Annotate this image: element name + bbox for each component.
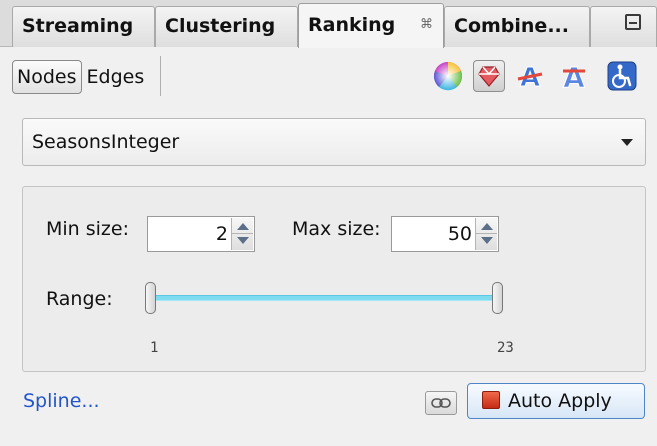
tab-strip-filler: [590, 6, 657, 47]
toolbar-divider: [160, 56, 161, 96]
auto-apply-label: Auto Apply: [508, 390, 612, 412]
tab-label: Ranking: [308, 14, 396, 36]
label-color-icon[interactable]: A: [514, 60, 546, 92]
size-settings-panel: [22, 186, 646, 372]
color-wheel-icon[interactable]: [432, 60, 464, 92]
max-size-stepper[interactable]: 50: [391, 216, 499, 252]
min-size-value[interactable]: 2: [152, 217, 228, 251]
max-size-label: Max size:: [292, 218, 381, 240]
min-size-spin-buttons[interactable]: [231, 218, 253, 250]
close-tab-icon[interactable]: ⌘: [420, 4, 433, 46]
tab-streaming[interactable]: Streaming: [12, 6, 155, 47]
spline-link[interactable]: Spline...: [23, 390, 100, 412]
range-min-tick: 1: [150, 340, 159, 356]
tab-label: Streaming: [22, 15, 134, 37]
range-slider-track[interactable]: [150, 295, 502, 301]
spin-up-icon[interactable]: [237, 223, 249, 230]
tab-label: Combine...: [454, 15, 569, 37]
min-size-stepper[interactable]: 2: [147, 216, 255, 252]
range-slider-low-handle[interactable]: [145, 282, 156, 314]
range-slider-high-handle[interactable]: [492, 282, 503, 314]
ranking-toolbar: Nodes Edges A A: [0, 48, 657, 108]
size-icon[interactable]: [473, 60, 505, 92]
max-size-spin-buttons[interactable]: [475, 218, 497, 250]
attribute-select-value: SeasonsInteger: [32, 131, 180, 153]
min-size-label: Min size:: [46, 218, 129, 240]
label-size-icon[interactable]: A: [558, 60, 590, 92]
element-type-switch: Nodes Edges: [12, 60, 149, 94]
stop-icon: [482, 391, 500, 409]
range-max-tick: 23: [497, 340, 514, 356]
max-size-value[interactable]: 50: [396, 217, 472, 251]
nodes-button[interactable]: Nodes: [12, 60, 82, 94]
svg-text:A: A: [563, 61, 585, 91]
range-label: Range:: [46, 288, 113, 310]
spin-up-icon[interactable]: [481, 223, 493, 230]
tab-ranking[interactable]: Ranking ⌘: [298, 3, 444, 48]
chevron-down-icon: [621, 139, 633, 146]
panel-tab-bar: Streaming Clustering Ranking ⌘ Combine..…: [0, 0, 657, 48]
attribute-select[interactable]: SeasonsInteger: [22, 118, 646, 166]
link-icon[interactable]: [425, 391, 457, 415]
tab-combine[interactable]: Combine...: [444, 6, 590, 47]
spin-down-icon[interactable]: [481, 237, 493, 244]
tab-clustering[interactable]: Clustering: [155, 6, 298, 47]
transformer-icon[interactable]: [606, 60, 638, 92]
auto-apply-button[interactable]: Auto Apply: [467, 383, 645, 419]
tab-label: Clustering: [165, 15, 276, 37]
edges-button[interactable]: Edges: [82, 60, 150, 94]
spin-down-icon[interactable]: [237, 237, 249, 244]
minimize-icon[interactable]: [625, 14, 641, 30]
